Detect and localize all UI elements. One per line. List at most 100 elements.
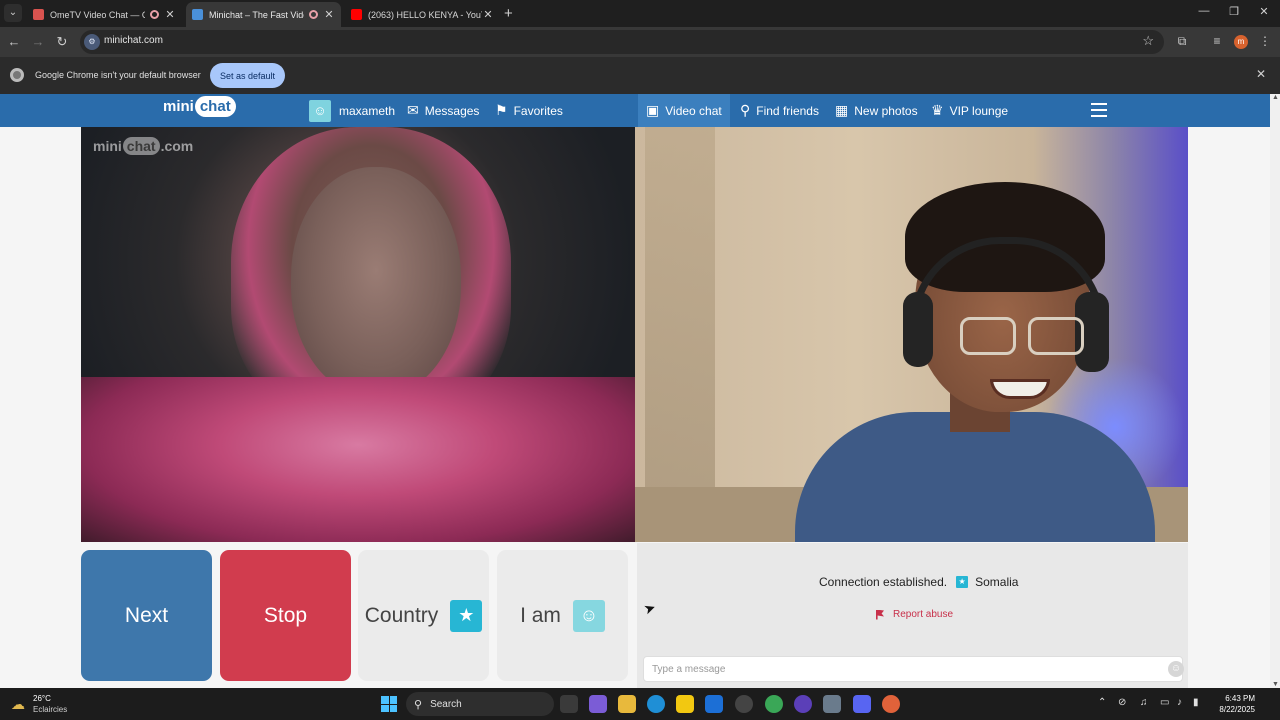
bookmark-icon: ⚑: [495, 102, 508, 118]
youtube-favicon-icon: [351, 9, 362, 20]
watermark-mini: mini: [93, 138, 122, 154]
logo-mini: mini: [163, 98, 194, 115]
next-button[interactable]: Next: [81, 550, 212, 681]
outlook-icon[interactable]: [705, 695, 723, 713]
address-bar[interactable]: ⚙ minichat.com ☆: [80, 30, 1164, 54]
chrome-app-icon[interactable]: [765, 695, 783, 713]
app-icon[interactable]: [794, 695, 812, 713]
tab-ometv[interactable]: OmeTV Video Chat — Ome ✕: [27, 2, 182, 27]
browser-toolbar: ← → ↻ ⚙ minichat.com ☆ ⧉ ≡ ⋮: [0, 27, 1280, 57]
battery-icon[interactable]: ▮: [1193, 697, 1199, 708]
weather-condition[interactable]: Eclaircies: [33, 705, 67, 714]
nav-new-photos[interactable]: ▦ New photos: [835, 94, 918, 127]
set-as-default-button[interactable]: Set as default: [210, 63, 285, 88]
tray-app-icon[interactable]: ⊘: [1118, 697, 1126, 708]
report-abuse-link[interactable]: Report abuse: [876, 609, 953, 620]
back-icon[interactable]: ←: [6, 34, 22, 49]
forward-icon[interactable]: →: [30, 34, 46, 49]
file-explorer-icon[interactable]: [618, 695, 636, 713]
weather-temperature[interactable]: 26°C: [33, 694, 51, 703]
tab-youtube[interactable]: (2063) HELLO KENYA - YouTube ✕: [345, 2, 500, 27]
tab-title: OmeTV Video Chat — Ome: [50, 9, 145, 20]
nav-messages[interactable]: ✉ Messages: [407, 94, 479, 127]
taskbar-search-label: Search: [430, 698, 462, 710]
nav-video-chat[interactable]: ▣ Video chat: [638, 94, 730, 127]
scroll-down-icon[interactable]: ▼: [1272, 681, 1279, 688]
task-view-icon[interactable]: [560, 695, 578, 713]
bookmark-star-icon[interactable]: ☆: [1142, 33, 1154, 49]
media-control-icon[interactable]: ≡: [1209, 34, 1225, 48]
report-abuse-label: Report abuse: [893, 609, 954, 620]
url-text[interactable]: minichat.com: [104, 35, 163, 46]
user-avatar-icon: ☺: [309, 99, 331, 122]
tray-overflow-icon[interactable]: ⌃: [1098, 697, 1106, 708]
site-info-icon[interactable]: ⚙: [84, 34, 100, 50]
stop-label: Stop: [263, 603, 308, 627]
nav-vip-lounge[interactable]: ♛ VIP lounge: [931, 94, 1008, 127]
search-icon: ⚲: [740, 102, 751, 118]
watermark-com: .com: [160, 138, 194, 154]
country-button[interactable]: Country ★: [358, 550, 489, 681]
close-infobar-icon[interactable]: ✕: [1256, 67, 1266, 81]
ometv-favicon-icon: [33, 9, 44, 20]
discord-icon[interactable]: [853, 695, 871, 713]
clock-time: 6:43 PM: [1225, 694, 1255, 703]
taskbar-search[interactable]: ⚲ Search: [406, 692, 554, 716]
clock-date: 8/22/2025: [1219, 705, 1255, 714]
scroll-up-icon[interactable]: ▲: [1272, 94, 1279, 101]
restore-icon[interactable]: ❐: [1226, 5, 1242, 18]
obs-icon[interactable]: [735, 695, 753, 713]
close-tab-icon[interactable]: ✕: [164, 8, 176, 21]
message-input[interactable]: [643, 656, 1183, 682]
new-tab-icon[interactable]: +: [504, 5, 513, 22]
network-icon[interactable]: ▭: [1160, 697, 1169, 708]
minichat-logo[interactable]: mini chat: [163, 96, 236, 117]
glasses: [960, 317, 1090, 357]
next-label: Next: [124, 603, 169, 627]
i-am-button[interactable]: I am ☺: [497, 550, 628, 681]
store-icon[interactable]: [676, 695, 694, 713]
default-browser-infobar: Google Chrome isn't your default browser…: [0, 57, 1280, 94]
partner-face: [291, 167, 461, 397]
extensions-icon[interactable]: ⧉: [1174, 34, 1190, 49]
crown-icon: ♛: [931, 102, 944, 118]
nav-messages-label: Messages: [424, 103, 480, 118]
grid-icon: ▦: [835, 102, 849, 118]
copilot-icon[interactable]: [589, 695, 607, 713]
chrome-menu-icon[interactable]: ⋮: [1257, 34, 1273, 48]
minichat-favicon-icon: [192, 9, 203, 20]
windows-start-icon[interactable]: [381, 696, 397, 712]
country-label: Country: [364, 603, 439, 627]
connection-text: Connection established.: [819, 575, 948, 589]
taskbar-clock[interactable]: 6:43 PM 8/22/2025: [1211, 693, 1255, 715]
volume-icon[interactable]: ♪: [1177, 697, 1182, 708]
username: maxameth: [339, 103, 396, 118]
taskbar: ☁ 26°C Eclaircies ⚲ Search ⌃ ⊘ ♫ ▭ ♪ ▮ 6…: [0, 688, 1280, 720]
close-tab-icon[interactable]: ✕: [482, 8, 494, 21]
settings-icon[interactable]: [823, 695, 841, 713]
hamburger-menu-icon[interactable]: [1091, 103, 1107, 117]
chrome-icon: [10, 68, 24, 82]
minimize-icon[interactable]: —: [1196, 5, 1212, 17]
tab-minichat[interactable]: Minichat – The Fast Video C ✕: [186, 2, 341, 27]
emoji-icon[interactable]: ☺: [1168, 661, 1184, 677]
nav-favorites-label: Favorites: [513, 103, 563, 118]
search-icon: ⚲: [414, 698, 423, 711]
weather-icon[interactable]: ☁: [11, 696, 25, 713]
nav-user-profile[interactable]: ☺ maxameth: [309, 94, 395, 127]
user-icon: ☺: [572, 599, 605, 632]
microphone-icon[interactable]: ♫: [1140, 697, 1148, 708]
close-window-icon[interactable]: ✕: [1256, 5, 1272, 18]
close-tab-icon[interactable]: ✕: [323, 8, 335, 21]
tab-search-icon[interactable]: ⌄: [4, 4, 22, 22]
profile-avatar[interactable]: m: [1234, 35, 1248, 49]
nav-favorites[interactable]: ⚑ Favorites: [495, 94, 563, 127]
nav-vip-lounge-label: VIP lounge: [949, 103, 1009, 118]
reload-icon[interactable]: ↻: [54, 34, 70, 50]
stop-button[interactable]: Stop: [220, 550, 351, 681]
chrome-active-icon[interactable]: [882, 695, 900, 713]
nav-find-friends[interactable]: ⚲ Find friends: [740, 94, 819, 127]
edge-icon[interactable]: [647, 695, 665, 713]
envelope-icon: ✉: [407, 102, 419, 118]
page-scrollbar[interactable]: ▲ ▼: [1270, 94, 1280, 688]
